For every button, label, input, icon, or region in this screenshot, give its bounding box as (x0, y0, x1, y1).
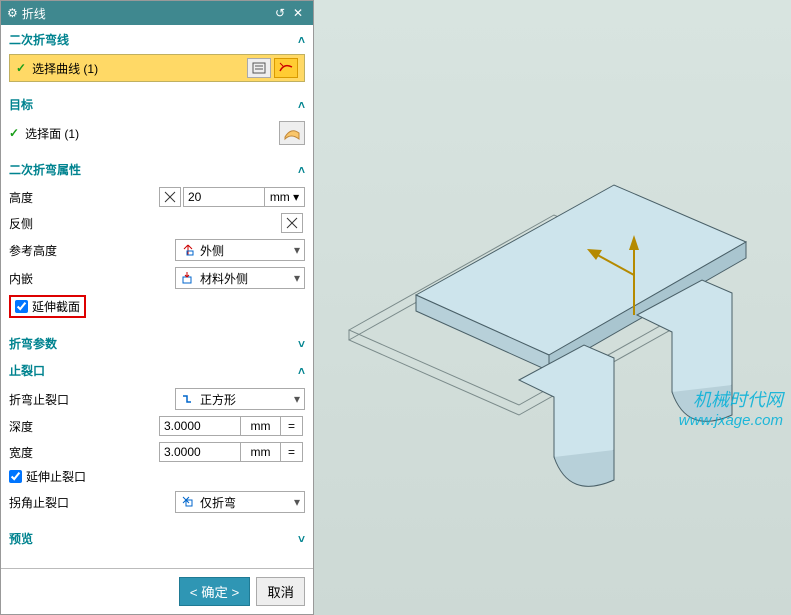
check-icon: ✓ (16, 61, 26, 75)
select-face-row[interactable]: ✓ 选择面 (1) (9, 119, 305, 147)
section-target[interactable]: 目标 ˄ (1, 90, 313, 117)
width-label: 宽度 (9, 444, 159, 461)
equals-icon[interactable]: = (281, 416, 303, 436)
flip-label: 反侧 (9, 215, 281, 232)
bend-relief-label: 折弯止裂口 (9, 391, 175, 408)
title-text: 折线 (22, 5, 271, 22)
depth-label: 深度 (9, 418, 159, 435)
ref-height-label: 参考高度 (9, 242, 175, 259)
model-3d (314, 0, 791, 615)
chevron-up-icon: ˄ (298, 33, 305, 47)
chevron-up-icon: ˄ (298, 364, 305, 378)
close-icon[interactable]: ✕ (289, 4, 307, 22)
unit-dropdown[interactable]: mm (241, 442, 281, 462)
chevron-up-icon: ˄ (298, 163, 305, 177)
gear-icon: ⚙ (7, 6, 18, 20)
chevron-down-icon: ˅ (298, 532, 305, 546)
corner-relief-label: 拐角止裂口 (9, 494, 175, 511)
height-input[interactable] (183, 187, 265, 207)
inset-icon (180, 271, 196, 285)
chevron-down-icon: ▾ (294, 495, 300, 509)
flip-icon[interactable] (281, 213, 303, 233)
section-relief[interactable]: 止裂口 ˄ (1, 356, 313, 383)
equals-icon[interactable]: = (281, 442, 303, 462)
reset-icon[interactable]: ↺ (271, 4, 289, 22)
titlebar: ⚙ 折线 ↺ ✕ (1, 1, 313, 25)
ok-button[interactable]: < 确定 > (179, 577, 251, 606)
property-panel: ⚙ 折线 ↺ ✕ 二次折弯线 ˄ ✓ 选择曲线 (1) 目标 ˄ ✓ 选择面 (… (0, 0, 314, 615)
chevron-down-icon: ˅ (298, 337, 305, 351)
footer: < 确定 > 取消 (1, 568, 313, 614)
inset-dropdown[interactable]: 材料外侧 ▾ (175, 267, 305, 289)
measure-icon[interactable] (159, 187, 181, 207)
cancel-button[interactable]: 取消 (256, 577, 305, 606)
viewport-3d[interactable]: 机械时代网 www.jxage.com (314, 0, 791, 615)
highlight-box: 延伸截面 (9, 295, 86, 318)
watermark: 机械时代网 www.jxage.com (679, 390, 783, 430)
extend-section-checkbox[interactable]: 延伸截面 (15, 298, 80, 315)
inset-label: 内嵌 (9, 270, 175, 287)
check-icon: ✓ (9, 126, 19, 140)
section-bend-line[interactable]: 二次折弯线 ˄ (1, 25, 313, 52)
section-preview[interactable]: 预览 ˅ (1, 524, 313, 551)
chevron-up-icon: ˄ (298, 98, 305, 112)
relief-icon (180, 392, 196, 406)
chevron-down-icon: ▾ (294, 271, 300, 285)
ref-height-icon (180, 243, 196, 257)
unit-dropdown[interactable]: mm (241, 416, 281, 436)
ref-height-dropdown[interactable]: 外侧 ▾ (175, 239, 305, 261)
corner-relief-dropdown[interactable]: 仅折弯 ▾ (175, 491, 305, 513)
extend-relief-checkbox[interactable]: 延伸止裂口 (9, 468, 86, 485)
select-curve-row[interactable]: ✓ 选择曲线 (1) (9, 54, 305, 82)
chevron-down-icon: ▾ (294, 243, 300, 257)
section-bend-props[interactable]: 二次折弯属性 ˄ (1, 155, 313, 182)
height-label: 高度 (9, 189, 159, 206)
bend-relief-dropdown[interactable]: 正方形 ▾ (175, 388, 305, 410)
corner-relief-icon (180, 495, 196, 509)
depth-input[interactable] (159, 416, 241, 436)
chevron-down-icon: ▾ (294, 392, 300, 406)
section-bend-params[interactable]: 折弯参数 ˅ (1, 329, 313, 356)
face-pick-icon[interactable] (279, 121, 305, 145)
list-icon[interactable] (247, 58, 271, 78)
width-input[interactable] (159, 442, 241, 462)
curve-pick-icon[interactable] (274, 58, 298, 78)
unit-dropdown[interactable]: mm ▾ (265, 187, 305, 207)
